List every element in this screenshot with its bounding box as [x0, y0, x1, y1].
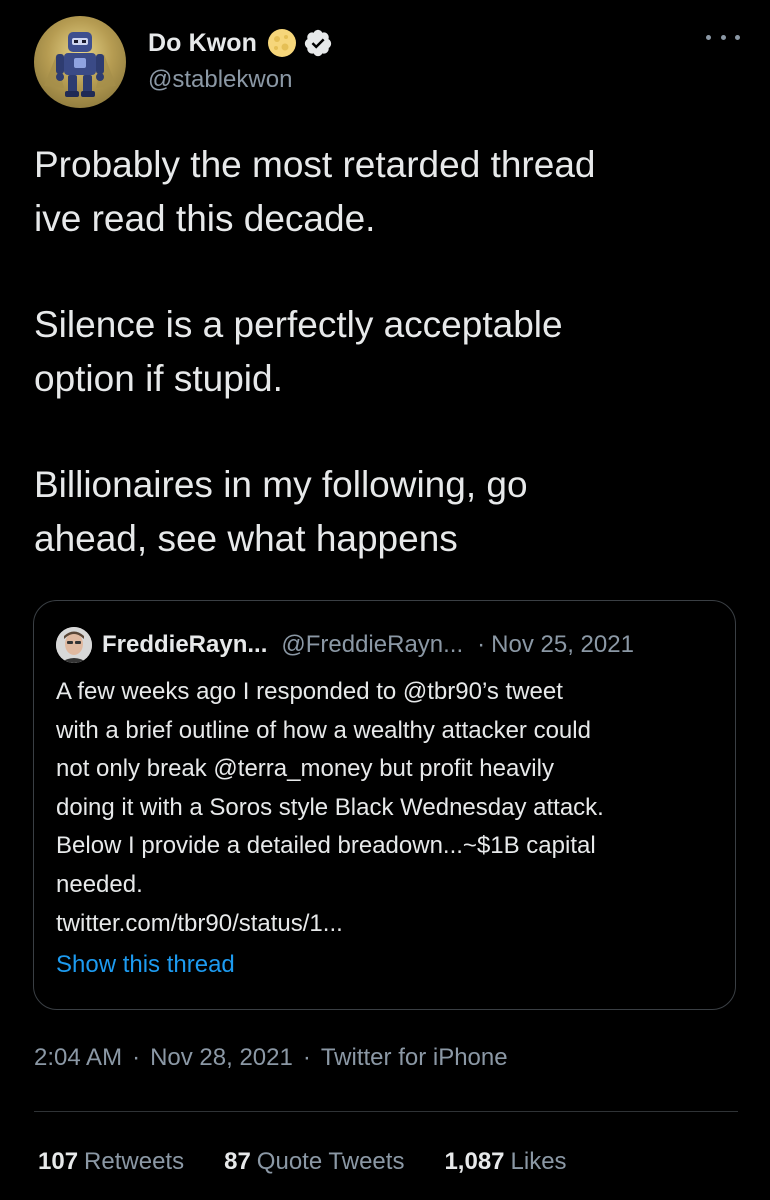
quote-tweets-label: Quote Tweets — [256, 1148, 405, 1175]
likes-label: Likes — [510, 1148, 567, 1175]
quoted-text-line: needed. — [56, 870, 143, 898]
moon-emoji-icon — [267, 28, 297, 58]
quote-tweets-count: 87 — [224, 1148, 251, 1175]
quoted-author-handle[interactable]: @FreddieRayn... — [281, 631, 463, 659]
tweet-text: Probably the most retarded thread ive re… — [34, 138, 744, 566]
tweet-date[interactable]: Nov 28, 2021 — [150, 1044, 293, 1071]
quoted-text-line: doing it with a Soros style Black Wednes… — [56, 793, 604, 821]
likes-count: 1,087 — [444, 1148, 505, 1175]
verified-badge-icon — [303, 28, 333, 58]
quoted-tweet-text: A few weeks ago I responded to @tbr90’s … — [56, 673, 716, 943]
quoted-tweet-header: FreddieRayn... @FreddieRayn... · Nov 25,… — [56, 627, 634, 663]
tweet-paragraph: Billionaires in my following, go ahead, … — [34, 464, 528, 559]
author-avatar[interactable] — [34, 16, 126, 108]
quote-tweets-stat[interactable]: 87 Quote Tweets — [224, 1148, 404, 1176]
divider — [34, 1111, 738, 1112]
face-avatar-image — [56, 627, 92, 663]
show-thread-link[interactable]: Show this thread — [56, 951, 235, 979]
tweet-source-app[interactable]: Twitter for iPhone — [321, 1044, 508, 1071]
separator-dot: · — [477, 631, 486, 658]
tweet-metadata: 2:04 AM · Nov 28, 2021 · Twitter for iPhone — [34, 1044, 508, 1072]
author-info: Do Kwon @stablekwon — [148, 26, 333, 94]
retweets-count: 107 — [38, 1148, 79, 1175]
more-options-icon[interactable] — [706, 30, 740, 44]
quoted-author-name[interactable]: FreddieRayn... — [102, 631, 267, 659]
quoted-text-line: with a brief outline of how a wealthy at… — [56, 716, 591, 744]
tweet-paragraph: Silence is a perfectly acceptable option… — [34, 304, 563, 399]
quoted-tweet-date[interactable]: Nov 25, 2021 — [491, 631, 634, 659]
retweets-stat[interactable]: 107 Retweets — [38, 1148, 184, 1176]
quoted-tweet-link[interactable]: twitter.com/tbr90/status/1... — [56, 905, 716, 944]
quoted-text-line: A few weeks ago I responded to @tbr90’s … — [56, 678, 563, 705]
tweet-paragraph: Probably the most retarded thread ive re… — [34, 144, 596, 239]
author-name-row: Do Kwon — [148, 26, 333, 60]
tweet-header: Do Kwon @stablekwon — [34, 16, 744, 112]
likes-stat[interactable]: 1,087 Likes — [444, 1148, 566, 1176]
tweet-time[interactable]: 2:04 AM — [34, 1044, 122, 1071]
quoted-text-line: not only break @terra_money but profit h… — [56, 755, 554, 783]
quoted-tweet-card[interactable]: FreddieRayn... @FreddieRayn... · Nov 25,… — [33, 600, 736, 1010]
separator-dot: · — [132, 1044, 141, 1071]
separator-dot: · — [302, 1044, 311, 1071]
quoted-author-avatar[interactable] — [56, 627, 92, 663]
retweets-label: Retweets — [84, 1148, 185, 1175]
author-handle[interactable]: @stablekwon — [148, 66, 333, 94]
robot-avatar-image — [44, 32, 116, 97]
author-display-name[interactable]: Do Kwon — [148, 29, 257, 58]
engagement-stats: 107 Retweets 87 Quote Tweets 1,087 Likes — [38, 1148, 567, 1176]
quoted-text-line: Below I provide a detailed breadown...~$… — [56, 832, 596, 860]
